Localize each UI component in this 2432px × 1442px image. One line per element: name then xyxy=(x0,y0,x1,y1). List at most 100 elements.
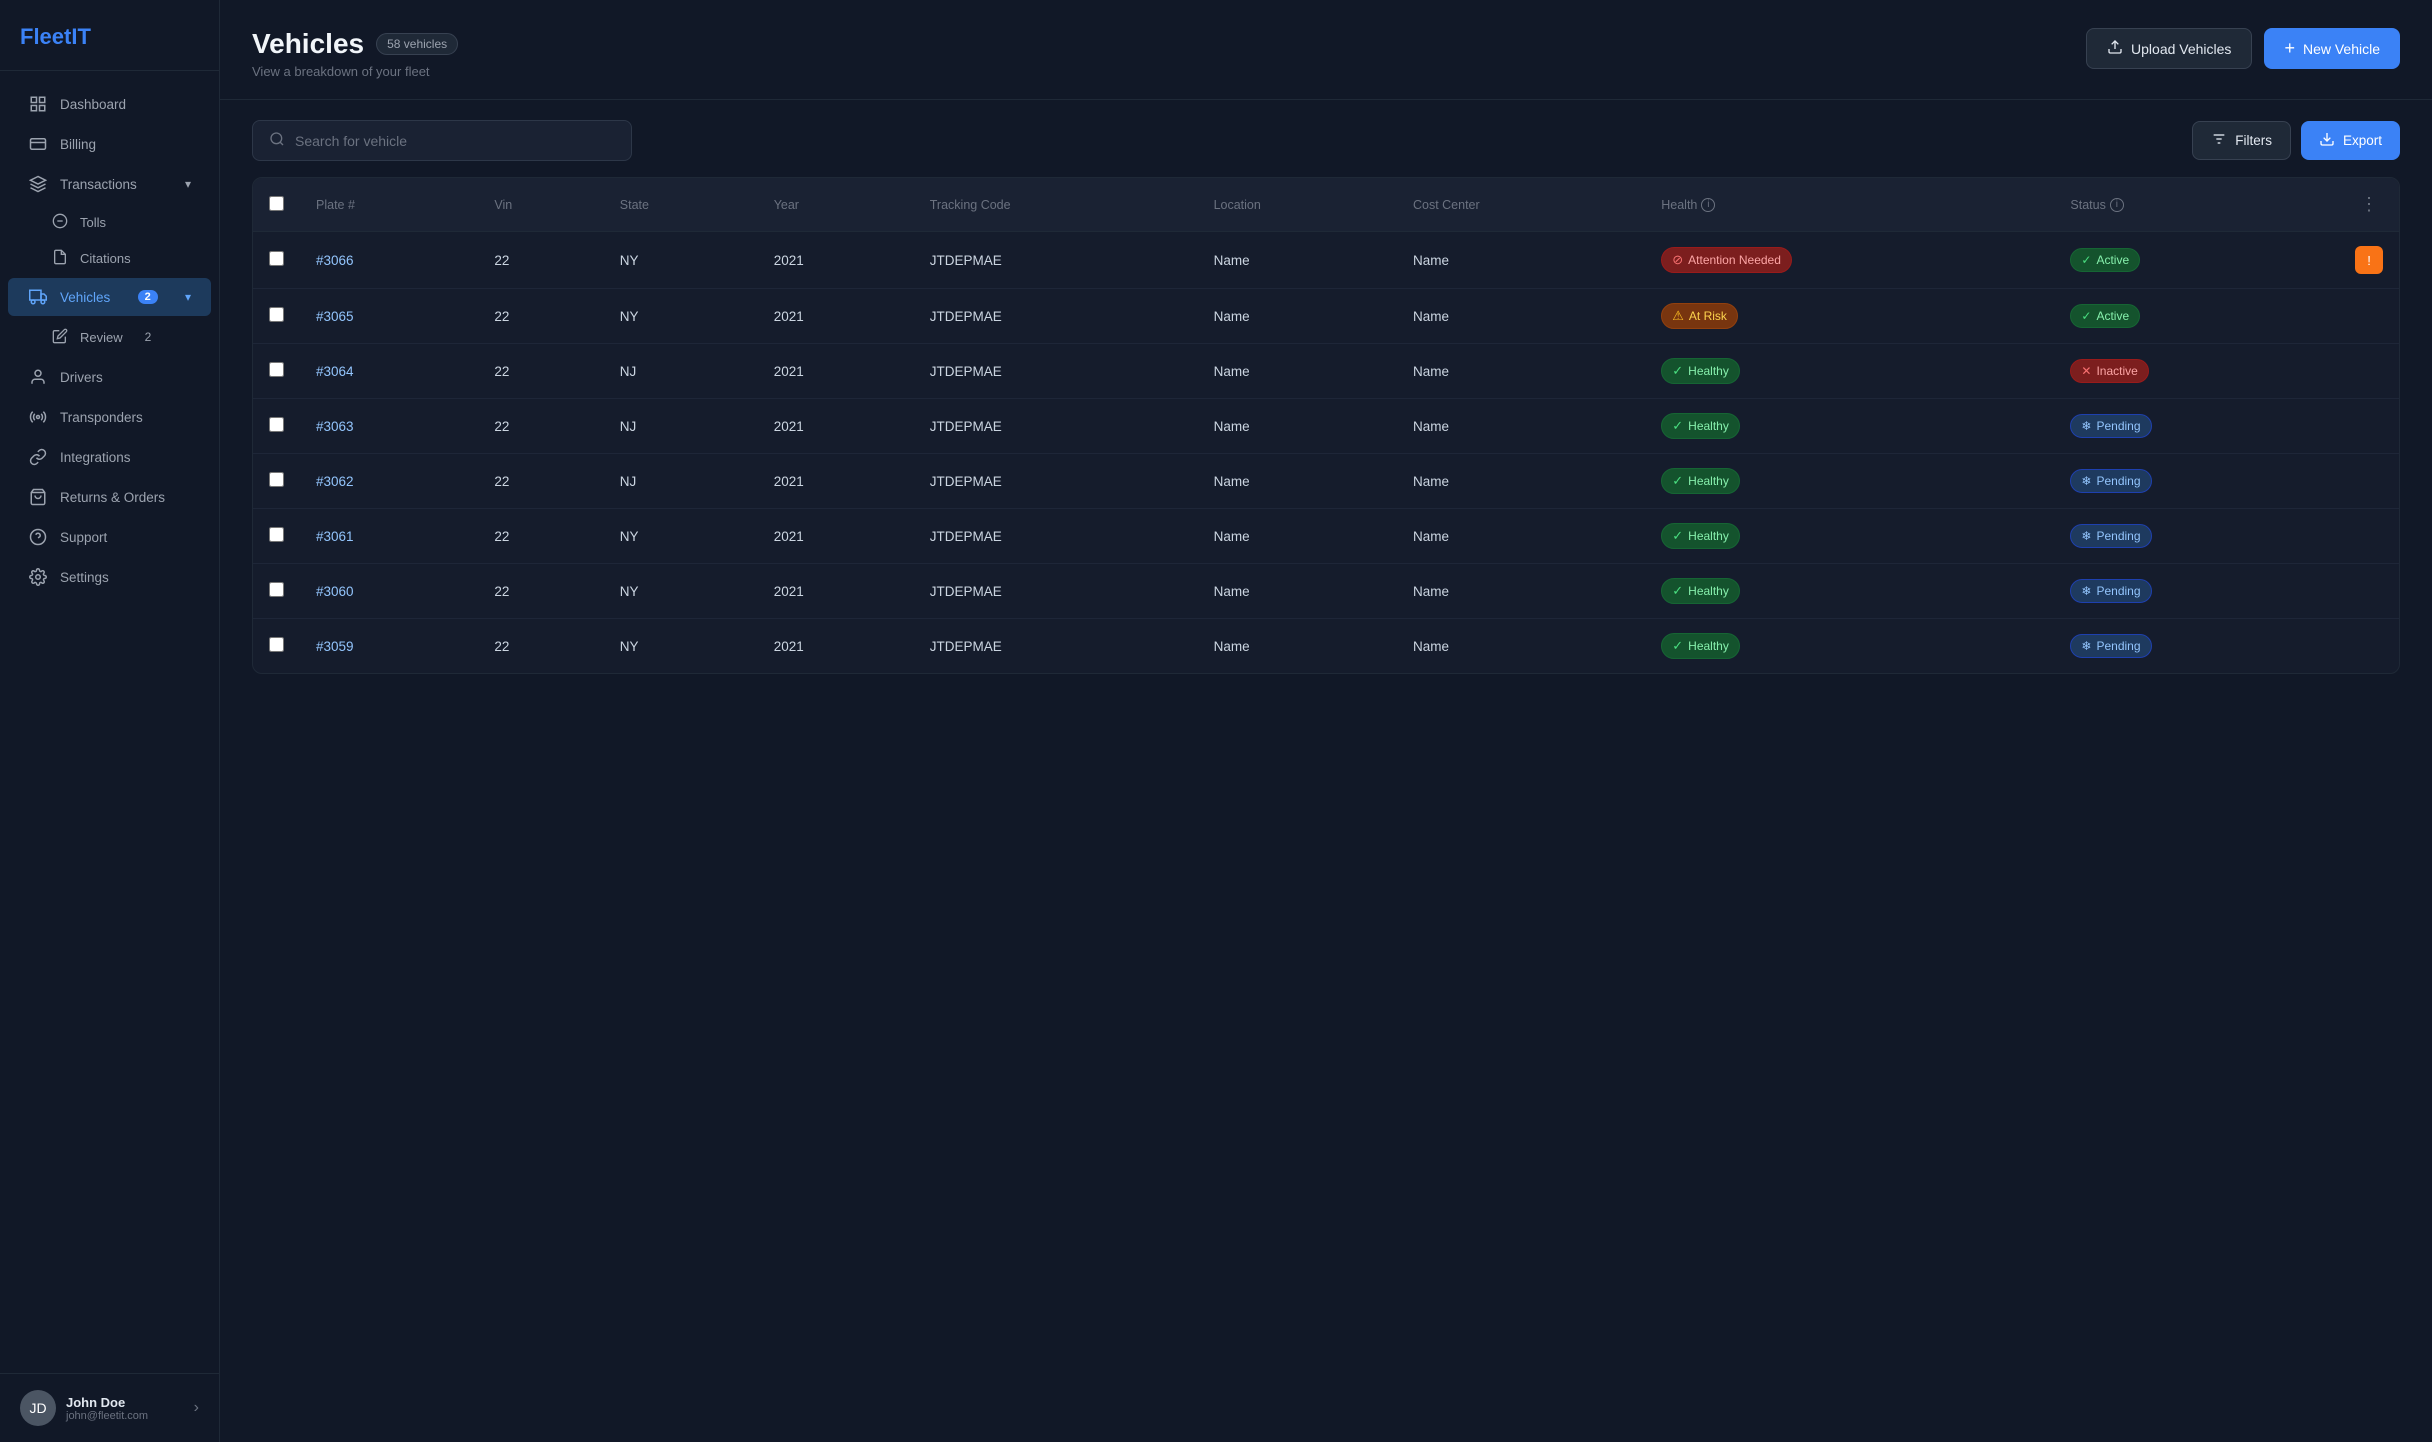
row-checkbox[interactable] xyxy=(269,637,284,652)
col-year: Year xyxy=(758,178,914,232)
cell-status: ✕ Inactive xyxy=(2054,344,2339,399)
select-all-cell[interactable] xyxy=(253,178,300,232)
cell-vin: 22 xyxy=(478,564,603,619)
row-checkbox-cell[interactable] xyxy=(253,344,300,399)
search-box[interactable] xyxy=(252,120,632,161)
col-plate: Plate # xyxy=(300,178,478,232)
sidebar-item-dashboard[interactable]: Dashboard xyxy=(8,85,211,123)
health-badge: ✓ Healthy xyxy=(1661,633,1740,659)
table-more-button[interactable]: ⋮ xyxy=(2356,190,2382,219)
cell-row-action xyxy=(2339,564,2399,619)
status-badge: ❄ Pending xyxy=(2070,524,2151,548)
row-checkbox[interactable] xyxy=(269,251,284,266)
cell-vin: 22 xyxy=(478,232,603,289)
user-info: John Doe john@fleetit.com xyxy=(66,1395,184,1422)
cell-tracking: JTDEPMAE xyxy=(914,564,1198,619)
citations-icon xyxy=(52,249,68,268)
user-email: john@fleetit.com xyxy=(66,1410,184,1422)
row-checkbox-cell[interactable] xyxy=(253,232,300,289)
status-badge: ❄ Pending xyxy=(2070,579,2151,603)
cell-status: ❄ Pending xyxy=(2054,399,2339,454)
search-input[interactable] xyxy=(295,133,615,149)
select-all-checkbox[interactable] xyxy=(269,196,284,211)
row-checkbox-cell[interactable] xyxy=(253,289,300,344)
export-button[interactable]: Export xyxy=(2301,121,2400,160)
cell-year: 2021 xyxy=(758,619,914,674)
filter-icon xyxy=(2211,131,2227,150)
sidebar-item-transactions[interactable]: Transactions ▾ xyxy=(8,165,211,203)
row-checkbox-cell[interactable] xyxy=(253,399,300,454)
filters-button[interactable]: Filters xyxy=(2192,121,2291,160)
sidebar-item-billing[interactable]: Billing xyxy=(8,125,211,163)
transponders-icon xyxy=(28,408,48,426)
cell-location: Name xyxy=(1198,232,1397,289)
sidebar-item-transponders[interactable]: Transponders xyxy=(8,398,211,436)
chevron-down-icon: ▾ xyxy=(185,177,191,191)
row-checkbox[interactable] xyxy=(269,472,284,487)
cell-tracking: JTDEPMAE xyxy=(914,232,1198,289)
row-checkbox[interactable] xyxy=(269,417,284,432)
header-actions: Upload Vehicles + New Vehicle xyxy=(2086,28,2400,69)
upload-vehicles-button[interactable]: Upload Vehicles xyxy=(2086,28,2252,69)
user-profile[interactable]: JD John Doe john@fleetit.com › xyxy=(0,1373,219,1442)
cell-tracking: JTDEPMAE xyxy=(914,454,1198,509)
sidebar-item-integrations[interactable]: Integrations xyxy=(8,438,211,476)
health-badge: ⊘ Attention Needed xyxy=(1661,247,1792,273)
row-checkbox[interactable] xyxy=(269,527,284,542)
sidebar-item-support[interactable]: Support xyxy=(8,518,211,556)
row-action-button[interactable]: ! xyxy=(2355,246,2383,274)
row-checkbox[interactable] xyxy=(269,582,284,597)
row-checkbox-cell[interactable] xyxy=(253,564,300,619)
vehicles-table-container: Plate # Vin State Year Tracking Code Loc… xyxy=(252,177,2400,674)
sidebar-item-review[interactable]: Review 2 xyxy=(8,318,211,356)
table-row: #3065 22 NY 2021 JTDEPMAE Name Name ⚠ At… xyxy=(253,289,2399,344)
col-location: Location xyxy=(1198,178,1397,232)
main-content: Filters Export Plate # xyxy=(220,100,2432,1442)
cell-plate: #3059 xyxy=(300,619,478,674)
health-badge: ⚠ At Risk xyxy=(1661,303,1738,329)
sidebar-item-drivers[interactable]: Drivers xyxy=(8,358,211,396)
cell-state: NJ xyxy=(604,454,758,509)
sidebar-item-citations[interactable]: Citations xyxy=(8,241,211,276)
cell-location: Name xyxy=(1198,619,1397,674)
row-checkbox-cell[interactable] xyxy=(253,619,300,674)
new-vehicle-button[interactable]: + New Vehicle xyxy=(2264,28,2400,69)
health-badge: ✓ Healthy xyxy=(1661,358,1740,384)
returns-icon xyxy=(28,488,48,506)
sidebar-item-settings[interactable]: Settings xyxy=(8,558,211,596)
cell-health: ⚠ At Risk xyxy=(1645,289,2054,344)
sidebar-item-label: Tolls xyxy=(80,215,106,230)
row-checkbox[interactable] xyxy=(269,362,284,377)
filters-btn-label: Filters xyxy=(2235,133,2272,148)
cell-plate: #3060 xyxy=(300,564,478,619)
cell-tracking: JTDEPMAE xyxy=(914,399,1198,454)
sidebar-item-vehicles[interactable]: Vehicles 2 ▾ xyxy=(8,278,211,316)
sidebar-item-tolls[interactable]: Tolls xyxy=(8,205,211,240)
cell-cost-center: Name xyxy=(1397,289,1645,344)
cell-state: NY xyxy=(604,232,758,289)
row-checkbox-cell[interactable] xyxy=(253,454,300,509)
cell-row-action: ! xyxy=(2339,232,2399,289)
row-checkbox[interactable] xyxy=(269,307,284,322)
cell-status: ❄ Pending xyxy=(2054,619,2339,674)
cell-row-action xyxy=(2339,289,2399,344)
logo-fleet: Fleet xyxy=(20,24,71,49)
sidebar-item-returns[interactable]: Returns & Orders xyxy=(8,478,211,516)
col-health: Health i xyxy=(1645,178,2054,232)
table-row: #3061 22 NY 2021 JTDEPMAE Name Name ✓ He… xyxy=(253,509,2399,564)
cell-plate: #3066 xyxy=(300,232,478,289)
avatar: JD xyxy=(20,1390,56,1426)
vehicle-count-badge: 58 vehicles xyxy=(376,33,458,55)
status-info-icon: i xyxy=(2110,198,2124,212)
vehicles-table: Plate # Vin State Year Tracking Code Loc… xyxy=(253,178,2399,673)
sidebar-nav: Dashboard Billing Transactions ▾ Tolls xyxy=(0,71,219,1373)
row-checkbox-cell[interactable] xyxy=(253,509,300,564)
cell-vin: 22 xyxy=(478,289,603,344)
col-tracking: Tracking Code xyxy=(914,178,1198,232)
cell-cost-center: Name xyxy=(1397,454,1645,509)
health-badge: ✓ Healthy xyxy=(1661,578,1740,604)
col-state: State xyxy=(604,178,758,232)
drivers-icon xyxy=(28,368,48,386)
transactions-icon xyxy=(28,175,48,193)
page-header: Vehicles 58 vehicles View a breakdown of… xyxy=(220,0,2432,100)
